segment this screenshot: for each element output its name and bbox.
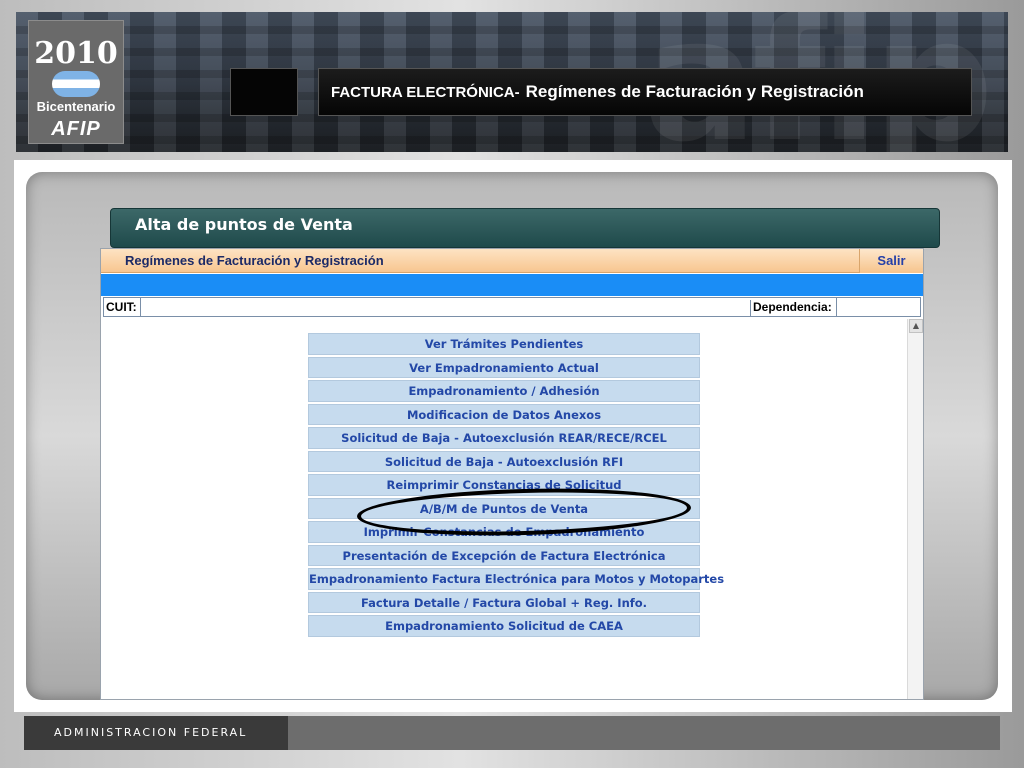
header-banner: afip 2010 Bicentenario AFIP FACTURA ELEC… (16, 12, 1008, 152)
logo-subtitle: Bicentenario (36, 99, 116, 114)
flag-icon (52, 71, 100, 97)
form-separator-bar (101, 274, 923, 296)
menu-item-baja-rfi[interactable]: Solicitud de Baja - Autoexclusión RFI (308, 450, 700, 472)
exit-button[interactable]: Salir (859, 249, 923, 273)
cuit-field (140, 298, 748, 316)
title-main: Regímenes de Facturación y Registración (525, 82, 864, 101)
vertical-scrollbar[interactable]: ▲ (907, 319, 923, 699)
dependencia-label: Dependencia: (750, 300, 832, 316)
options-menu: Ver Trámites Pendientes Ver Empadronamie… (308, 333, 724, 639)
afip-logo: AFIP (51, 118, 101, 140)
menu-item-factura-detalle-global[interactable]: Factura Detalle / Factura Global + Reg. … (308, 591, 700, 613)
menu-item-excepcion-factura-electronica[interactable]: Presentación de Excepción de Factura Ele… (308, 544, 700, 566)
menu-item-reimprimir-constancias[interactable]: Reimprimir Constancias de Solicitud (308, 474, 700, 496)
taxpayer-info-row: CUIT: Dependencia: (103, 297, 921, 317)
menu-item-empadronamiento-adhesion[interactable]: Empadronamiento / Adhesión (308, 380, 700, 402)
menu-item-ver-empadronamiento-actual[interactable]: Ver Empadronamiento Actual (308, 356, 700, 378)
footer-bar: ADMINISTRACION FEDERAL (24, 716, 1000, 750)
dependencia-field (836, 298, 920, 316)
logo-year: 2010 (34, 36, 118, 71)
bicentenario-logo: 2010 Bicentenario AFIP (28, 20, 124, 144)
menu-item-imprimir-constancias[interactable]: Imprimir Constancias de Empadronamiento (308, 521, 700, 543)
menu-item-baja-rear-rece-rcel[interactable]: Solicitud de Baja - Autoexclusión REAR/R… (308, 427, 700, 449)
form-title: Regímenes de Facturación y Registración (125, 253, 384, 268)
menu-item-modificacion-datos-anexos[interactable]: Modificacion de Datos Anexos (308, 403, 700, 425)
menu-item-solicitud-caea[interactable]: Empadronamiento Solicitud de CAEA (308, 615, 700, 637)
footer-label: ADMINISTRACION FEDERAL (24, 716, 288, 750)
cuit-label: CUIT: (106, 300, 137, 314)
header-decor-square (230, 68, 298, 116)
title-prefix: FACTURA ELECTRÓNICA- (331, 83, 520, 101)
section-banner: Alta de puntos de Venta (110, 208, 940, 248)
menu-item-abm-puntos-de-venta[interactable]: A/B/M de Puntos de Venta (308, 497, 700, 519)
page-title: FACTURA ELECTRÓNICA- Regímenes de Factur… (318, 68, 972, 116)
menu-scroll-area[interactable]: Ver Trámites Pendientes Ver Empadronamie… (101, 319, 923, 699)
menu-item-ver-tramites-pendientes[interactable]: Ver Trámites Pendientes (308, 333, 700, 355)
scroll-up-icon[interactable]: ▲ (909, 319, 923, 333)
web-form: Regímenes de Facturación y Registración … (100, 248, 924, 700)
form-header: Regímenes de Facturación y Registración … (101, 249, 923, 273)
menu-item-motos-motopartes[interactable]: Empadronamiento Factura Electrónica para… (308, 568, 724, 590)
